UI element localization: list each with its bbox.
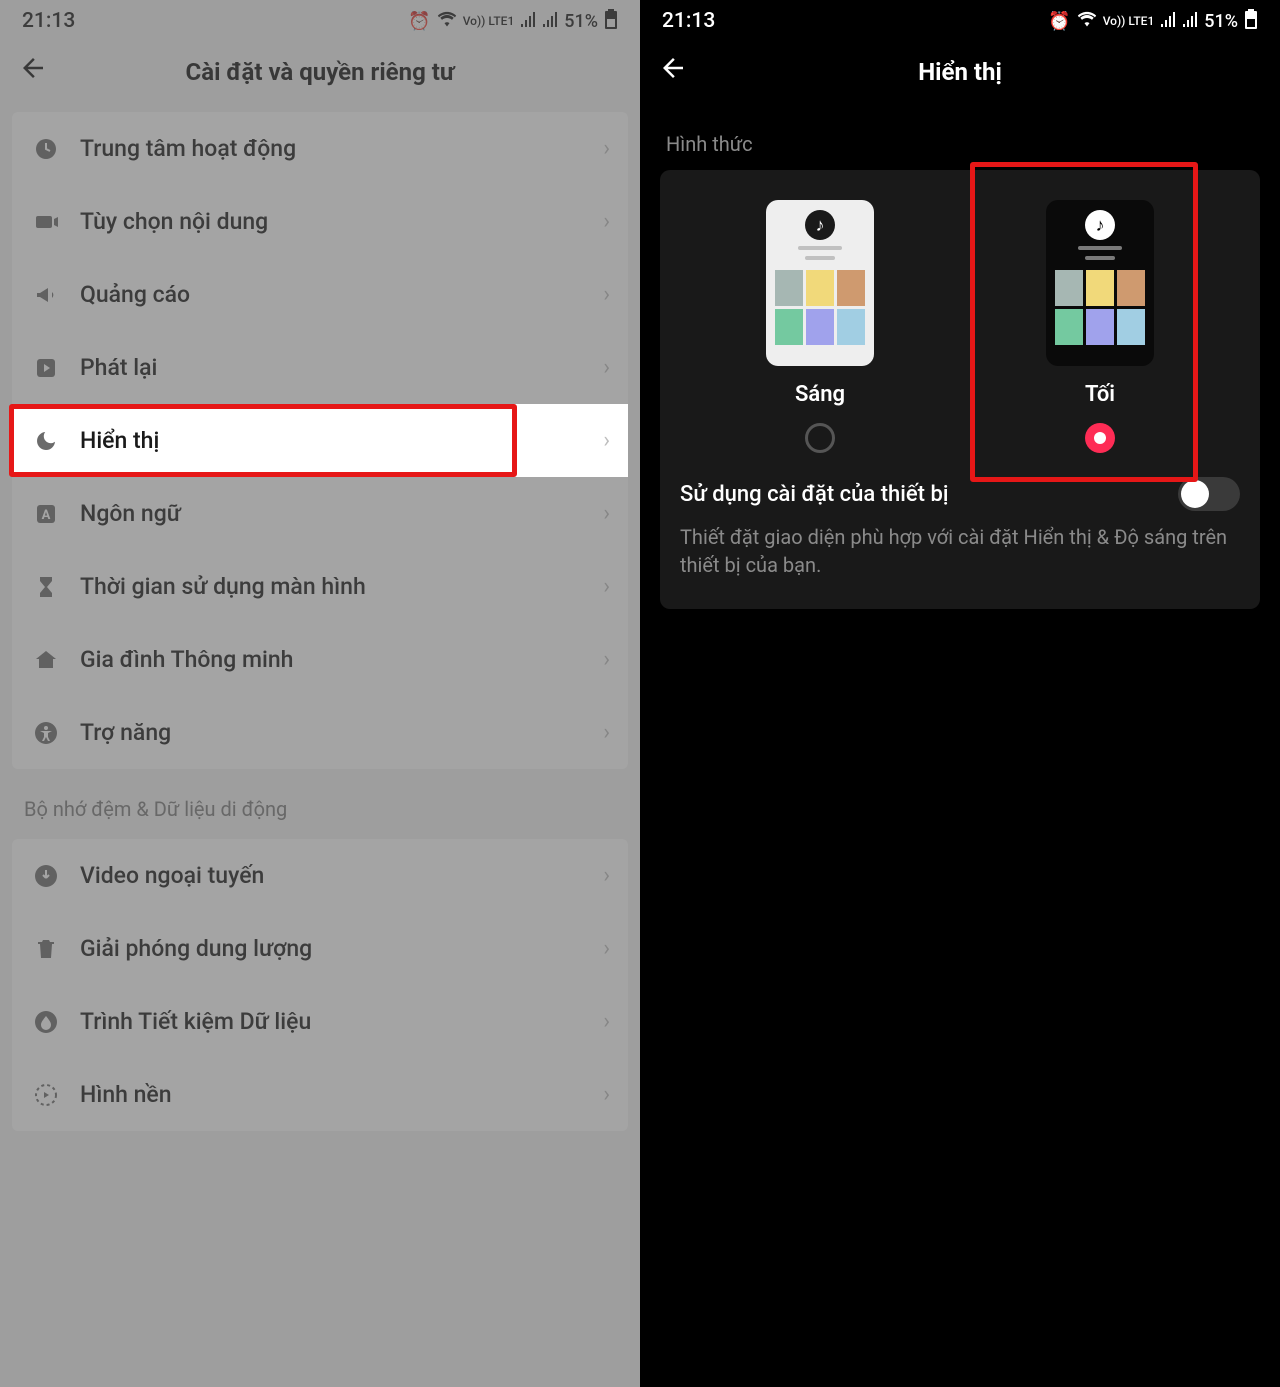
- signal-icon-2: [1182, 11, 1198, 32]
- chevron-right-icon: ›: [603, 720, 610, 745]
- cache-card: Video ngoại tuyến › Giải phóng dung lượn…: [12, 839, 628, 1131]
- wallpaper-icon: [30, 1079, 62, 1111]
- item-accessibility[interactable]: Trợ năng ›: [12, 696, 628, 769]
- item-label: Trợ năng: [80, 719, 603, 746]
- hourglass-icon: [30, 571, 62, 603]
- battery-icon: [604, 9, 618, 34]
- chevron-right-icon: ›: [603, 1082, 610, 1107]
- home-icon: [30, 644, 62, 676]
- settings-panel: 21:13 ⏰ Vo)) LTE1 51% Cài đặt và quyền r…: [0, 0, 640, 1387]
- chevron-right-icon: ›: [603, 428, 610, 453]
- back-button[interactable]: [658, 53, 688, 91]
- item-label: Thời gian sử dụng màn hình: [80, 573, 603, 600]
- theme-light-label: Sáng: [795, 382, 845, 407]
- svg-text:A: A: [42, 508, 51, 523]
- item-activity-center[interactable]: Trung tâm hoạt động ›: [12, 112, 628, 185]
- wifi-icon: [437, 11, 457, 32]
- theme-light[interactable]: ♪ Sáng: [740, 200, 900, 453]
- item-label: Gia đình Thông minh: [80, 646, 603, 673]
- appearance-section-title: Hình thức: [640, 102, 1280, 170]
- megaphone-icon: [30, 279, 62, 311]
- lte-label: Vo)) LTE1: [463, 14, 515, 28]
- header: Hiển thị: [640, 42, 1280, 102]
- chevron-right-icon: ›: [603, 282, 610, 307]
- download-icon: [30, 860, 62, 892]
- trash-icon: [30, 933, 62, 965]
- drop-icon: [30, 1006, 62, 1038]
- item-label: Quảng cáo: [80, 281, 603, 308]
- item-ads[interactable]: Quảng cáo ›: [12, 258, 628, 331]
- device-settings-label: Sử dụng cài đặt của thiết bị: [680, 482, 1178, 507]
- item-label: Trình Tiết kiệm Dữ liệu: [80, 1008, 603, 1035]
- tiktok-icon: ♪: [805, 210, 835, 240]
- status-time: 21:13: [22, 9, 75, 33]
- chevron-right-icon: ›: [603, 209, 610, 234]
- chevron-right-icon: ›: [603, 1009, 610, 1034]
- status-bar: 21:13 ⏰ Vo)) LTE1 51%: [0, 0, 640, 42]
- page-title: Hiển thị: [640, 58, 1280, 86]
- alarm-icon: ⏰: [408, 11, 430, 32]
- alarm-icon: ⏰: [1048, 11, 1070, 32]
- accessibility-icon: [30, 717, 62, 749]
- item-label: Tùy chọn nội dung: [80, 208, 603, 235]
- chevron-right-icon: ›: [603, 501, 610, 526]
- signal-icon: [1160, 11, 1176, 32]
- chevron-right-icon: ›: [603, 574, 610, 599]
- back-button[interactable]: [18, 53, 48, 91]
- chevron-right-icon: ›: [603, 136, 610, 161]
- theme-light-preview: ♪: [766, 200, 874, 366]
- item-label: Phát lại: [80, 354, 603, 381]
- item-label: Ngôn ngữ: [80, 500, 603, 527]
- highlight-dark-option: [970, 162, 1198, 482]
- status-time: 21:13: [662, 9, 715, 33]
- appearance-card: ♪ Sáng ♪: [660, 170, 1260, 609]
- item-screentime[interactable]: Thời gian sử dụng màn hình ›: [12, 550, 628, 623]
- item-free-storage[interactable]: Giải phóng dung lượng ›: [12, 912, 628, 985]
- chevron-right-icon: ›: [603, 355, 610, 380]
- signal-icon: [520, 11, 536, 32]
- language-icon: A: [30, 498, 62, 530]
- battery-icon: [1244, 9, 1258, 34]
- item-family[interactable]: Gia đình Thông minh ›: [12, 623, 628, 696]
- display-panel: 21:13 ⏰ Vo)) LTE1 51% Hiển thị Hình thức: [640, 0, 1280, 1387]
- lte-label: Vo)) LTE1: [1103, 14, 1155, 28]
- item-label: Video ngoại tuyến: [80, 862, 603, 889]
- radio-light[interactable]: [805, 423, 835, 453]
- header: Cài đặt và quyền riêng tư: [0, 42, 640, 102]
- device-settings-desc: Thiết đặt giao diện phù hợp với cài đặt …: [660, 517, 1260, 579]
- item-language[interactable]: A Ngôn ngữ ›: [12, 477, 628, 550]
- item-data-saver[interactable]: Trình Tiết kiệm Dữ liệu ›: [12, 985, 628, 1058]
- chevron-right-icon: ›: [603, 863, 610, 888]
- item-content-prefs[interactable]: Tùy chọn nội dung ›: [12, 185, 628, 258]
- item-playback[interactable]: Phát lại ›: [12, 331, 628, 404]
- item-label: Trung tâm hoạt động: [80, 135, 603, 162]
- battery-label: 51%: [564, 11, 598, 32]
- item-offline-video[interactable]: Video ngoại tuyến ›: [12, 839, 628, 912]
- status-bar: 21:13 ⏰ Vo)) LTE1 51%: [640, 0, 1280, 42]
- status-icons: ⏰ Vo)) LTE1 51%: [408, 9, 618, 34]
- status-icons: ⏰ Vo)) LTE1 51%: [1048, 9, 1258, 34]
- item-label: Hình nền: [80, 1081, 603, 1108]
- section-cache-title: Bộ nhớ đệm & Dữ liệu di động: [0, 779, 640, 829]
- battery-label: 51%: [1204, 11, 1238, 32]
- chevron-right-icon: ›: [603, 647, 610, 672]
- play-icon: [30, 352, 62, 384]
- clock-icon: [30, 133, 62, 165]
- wifi-icon: [1077, 11, 1097, 32]
- page-title: Cài đặt và quyền riêng tư: [0, 58, 640, 86]
- video-icon: [30, 206, 62, 238]
- highlight-display-row: [9, 404, 517, 477]
- chevron-right-icon: ›: [603, 936, 610, 961]
- item-wallpaper[interactable]: Hình nền ›: [12, 1058, 628, 1131]
- item-label: Giải phóng dung lượng: [80, 935, 603, 962]
- signal-icon-2: [542, 11, 558, 32]
- device-settings-toggle[interactable]: [1178, 477, 1240, 511]
